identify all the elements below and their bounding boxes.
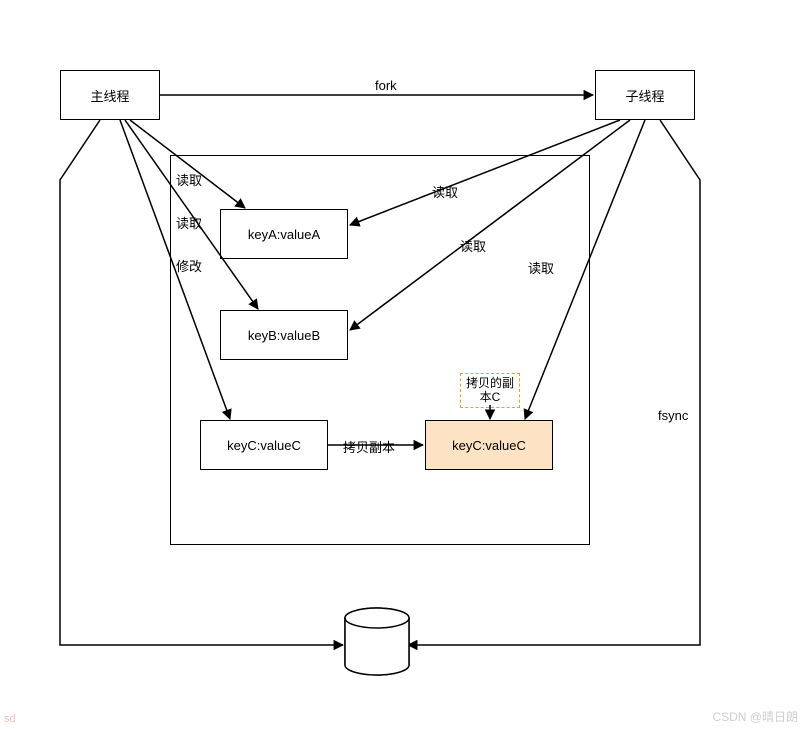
key-c-label: keyC:valueC xyxy=(227,438,301,453)
main-thread-box: 主线程 xyxy=(60,70,160,120)
key-a-label: keyA:valueA xyxy=(248,227,320,242)
copy-note-box: 拷贝的副 本C xyxy=(460,373,520,408)
edge-child-read-a: 读取 xyxy=(432,182,458,201)
edge-fork-label: fork xyxy=(375,78,397,93)
watermark-left: sd xyxy=(4,713,16,725)
key-b-box: keyB:valueB xyxy=(220,310,348,360)
edge-child-read-b: 读取 xyxy=(460,236,486,255)
key-a-box: keyA:valueA xyxy=(220,209,348,259)
edge-main-read-a: 读取 xyxy=(176,170,202,189)
edge-main-modify: 修改 xyxy=(176,256,202,275)
child-thread-label: 子线程 xyxy=(625,86,664,105)
child-thread-box: 子线程 xyxy=(595,70,695,120)
edge-main-read-b: 读取 xyxy=(176,213,202,232)
copy-note-label: 拷贝的副 本C xyxy=(466,376,514,404)
disk-label: 磁盘 xyxy=(366,637,392,656)
key-c-box: keyC:valueC xyxy=(200,420,328,470)
key-c-copy-box: keyC:valueC xyxy=(425,420,553,470)
key-c-copy-label: keyC:valueC xyxy=(452,438,526,453)
watermark-right: CSDN @晴日朗 xyxy=(712,708,798,725)
edge-child-read-c: 读取 xyxy=(528,258,554,277)
edge-copy-label: 拷贝副本 xyxy=(343,437,395,456)
key-b-label: keyB:valueB xyxy=(248,328,320,343)
edge-fsync-label: fsync xyxy=(658,408,688,423)
main-thread-label: 主线程 xyxy=(90,86,129,105)
